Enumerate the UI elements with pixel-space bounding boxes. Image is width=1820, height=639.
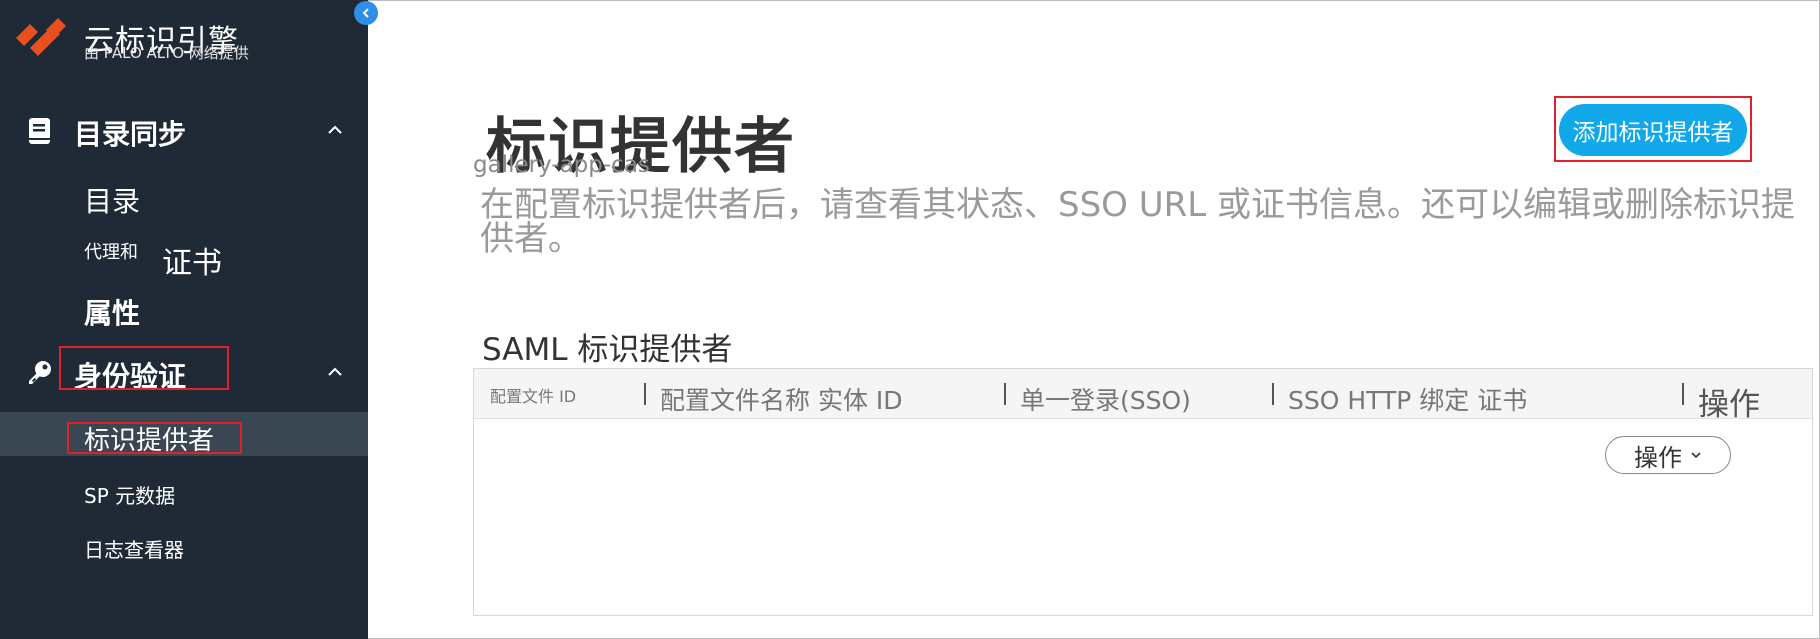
chevron-down-icon [1691, 452, 1701, 459]
sidebar-item-directory[interactable]: 目录 [0, 176, 368, 220]
sidebar-item-label: 目录 [84, 185, 141, 218]
app-subtitle: 由 PALO ALTO 网络提供 [84, 44, 249, 62]
actions-dropdown-label: 操作 [1634, 443, 1682, 472]
book-icon [29, 118, 50, 144]
sidebar-item-label: 日志查看器 [84, 538, 184, 562]
sidebar-item-label-secondary: 证书 [162, 246, 222, 281]
column-header-profile-name-entity-id[interactable]: 配置文件名称 实体 ID [644, 369, 994, 419]
highlight-box [59, 346, 229, 390]
sidebar-item-label: 代理和 [84, 242, 138, 263]
key-icon [29, 361, 51, 384]
palo-alto-logo-icon [16, 18, 66, 56]
column-header-sso-http-binding-certificate[interactable]: SSO HTTP 绑定 证书 [1272, 369, 1682, 419]
column-header-sso[interactable]: 单一登录(SSO) [1004, 369, 1269, 419]
sidebar-item-log-viewer[interactable]: 日志查看器 [0, 524, 368, 568]
column-divider [1272, 383, 1274, 405]
column-divider [644, 383, 646, 405]
chevron-left-icon [362, 8, 369, 18]
column-divider [1004, 383, 1006, 405]
table-header: 配置文件 ID 配置文件名称 实体 ID 单一登录(SSO) SSO HTTP … [474, 369, 1812, 423]
sidebar-item-sp-metadata[interactable]: SP 元数据 [0, 470, 368, 514]
sidebar-section-directory-sync[interactable]: 目录同步 [0, 103, 368, 159]
sidebar: 云标识引擎 由 PALO ALTO 网络提供 目录同步 目录 代理和 证书 属性… [0, 0, 368, 639]
chevron-up-icon[interactable] [326, 363, 344, 381]
highlight-box [67, 422, 242, 454]
main-content: 标识提供者 gallery-app-cas 在配置标识提供者后，请查看其状态、S… [368, 0, 1820, 639]
column-header-actions[interactable]: 操作 [1682, 369, 1812, 423]
actions-dropdown[interactable]: 操作 [1605, 436, 1731, 474]
sidebar-section-label: 目录同步 [74, 118, 187, 151]
sidebar-item-label: SP 元数据 [84, 484, 176, 508]
column-divider [1682, 383, 1684, 405]
sidebar-item-label: 属性 [84, 297, 141, 330]
sidebar-item-attributes[interactable]: 属性 [0, 288, 368, 332]
app-name-tag: gallery-app-cas [473, 152, 650, 178]
page-description: 在配置标识提供者后，请查看其状态、SSO URL 或证书信息。还可以编辑或删除标… [480, 185, 1795, 259]
column-header-profile-id[interactable]: 配置文件 ID [474, 369, 644, 419]
saml-providers-table: 配置文件 ID 配置文件名称 实体 ID 单一登录(SSO) SSO HTTP … [473, 368, 1813, 616]
highlight-box [1554, 96, 1752, 162]
saml-section-title: SAML 标识提供者 [482, 332, 733, 368]
collapse-sidebar-button[interactable] [354, 1, 378, 25]
chevron-up-icon[interactable] [326, 121, 344, 139]
sidebar-item-proxy-certificates[interactable]: 代理和 证书 [0, 230, 368, 281]
